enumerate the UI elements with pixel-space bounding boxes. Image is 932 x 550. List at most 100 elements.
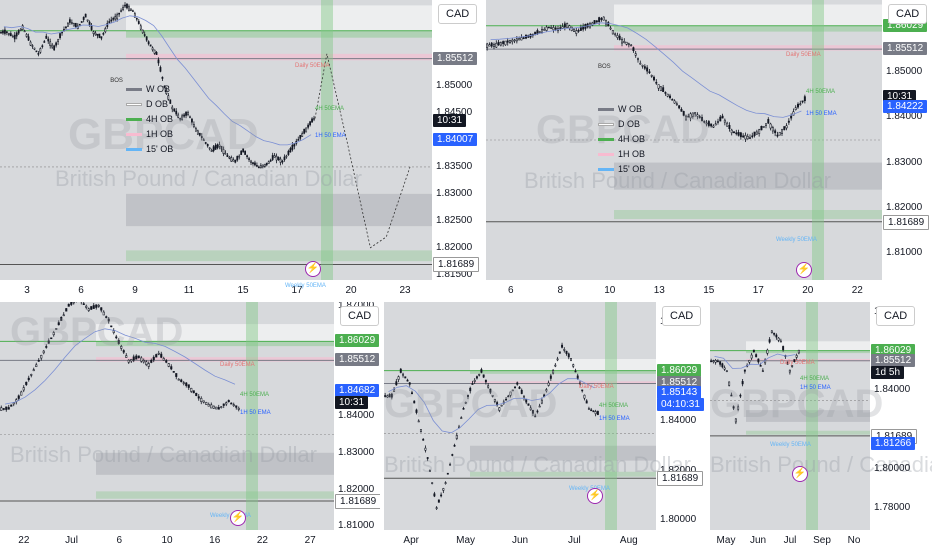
candle-body	[145, 36, 148, 41]
chart-panel-top-right[interactable]: GBPCAD British Pound / Canadian Dollar 1.8…	[486, 0, 932, 298]
candle-body	[723, 367, 726, 370]
candle-body	[171, 106, 174, 110]
candle-body	[167, 363, 170, 367]
annotation-label: Daily 50EMA	[579, 383, 614, 390]
x-tick-label: Jun	[749, 535, 767, 546]
candle-body	[175, 373, 178, 377]
candle-body	[721, 363, 724, 368]
candle-body	[60, 316, 63, 321]
currency-button[interactable]: CAD	[340, 306, 380, 326]
y-tick-label: 1.80000	[660, 514, 697, 526]
lightning-icon[interactable]: ⚡	[305, 261, 321, 277]
candle-body	[210, 404, 213, 409]
candle-body	[70, 22, 73, 25]
annotation-label: Daily 50EMA	[780, 359, 815, 366]
time-axis	[0, 280, 432, 298]
candle-body	[602, 16, 605, 21]
candle-body	[263, 163, 266, 167]
y-tick-label: 1.78000	[874, 502, 911, 514]
candle-body	[632, 47, 635, 51]
candle-body	[748, 360, 751, 363]
candle-body	[2, 30, 4, 34]
candle-body	[147, 41, 150, 45]
x-tick-label: Apr	[403, 535, 419, 546]
time-axis	[486, 280, 882, 298]
candle-body	[630, 44, 633, 47]
lightning-icon[interactable]: ⚡	[792, 466, 808, 482]
x-tick-label: Sep	[813, 535, 831, 546]
candle-body	[212, 405, 215, 409]
candle-body	[80, 21, 83, 23]
candle-body	[730, 129, 733, 134]
candle-body	[671, 98, 674, 101]
candle-body	[395, 381, 398, 386]
candle-body	[33, 47, 36, 50]
chart-panel-bottom-1[interactable]: GBPCAD British Pound / Canadian Dollar 1.8…	[0, 302, 380, 550]
chart-panel-bottom-2[interactable]: GBPCAD British Pound / Canadian Dollar 1.8…	[384, 302, 706, 550]
candle-body	[587, 408, 590, 410]
candle-body	[45, 35, 48, 39]
candle-body	[737, 406, 740, 410]
candle-body	[561, 26, 564, 29]
candle-body	[232, 159, 235, 162]
candle-body	[135, 17, 138, 20]
lightning-icon[interactable]: ⚡	[230, 510, 246, 526]
candle-body	[67, 22, 69, 27]
candle-body	[618, 35, 621, 40]
candle-body	[217, 407, 220, 410]
candle-body	[214, 144, 217, 150]
candle-body	[281, 160, 284, 163]
candle-body	[511, 389, 514, 392]
candle-body	[92, 305, 95, 309]
candle-body	[547, 382, 550, 386]
candle-body	[467, 394, 469, 397]
candle-body	[257, 166, 260, 169]
currency-button[interactable]: CAD	[662, 306, 702, 326]
candle-body	[244, 150, 247, 155]
candle-body	[712, 125, 715, 128]
x-tick-label: 8	[557, 285, 564, 296]
x-tick-label: 16	[209, 535, 221, 546]
price-scale	[656, 302, 706, 550]
lightning-icon[interactable]: ⚡	[587, 488, 603, 504]
candle-body	[20, 391, 23, 396]
lightning-icon[interactable]: ⚡	[796, 262, 812, 278]
candle-body	[78, 23, 81, 26]
candle-body	[132, 356, 135, 361]
candle-body	[250, 160, 252, 163]
legend-label: 1H OB	[618, 149, 646, 159]
currency-button[interactable]: CAD	[438, 4, 478, 24]
x-tick-label: No	[847, 535, 861, 546]
candle-body	[758, 129, 761, 134]
candle-body	[446, 472, 449, 475]
candle-body	[590, 409, 593, 412]
daily-ob-zone	[470, 359, 656, 371]
candle-body	[208, 147, 211, 150]
candle-body	[545, 26, 548, 31]
candle-body	[721, 115, 724, 119]
candle-body	[657, 84, 660, 89]
candle-body	[516, 382, 519, 385]
candle-body	[185, 112, 187, 116]
candle-body	[742, 135, 745, 138]
y-tick-label: 1.84000	[874, 384, 911, 396]
legend-label: W OB	[146, 84, 170, 94]
candle-body	[135, 355, 138, 360]
legend-item: D OB	[126, 99, 168, 109]
weekly-ema-label: Weekly 50EMA	[776, 237, 817, 244]
legend-swatch	[126, 87, 142, 91]
currency-button[interactable]: CAD	[876, 306, 916, 326]
candle-body	[142, 359, 145, 363]
y-tick-label: 1.82000	[436, 241, 473, 253]
candle-body	[460, 417, 463, 419]
candle-body	[623, 40, 626, 44]
chart-panel-bottom-3[interactable]: GBPCADBritish Pound / Canadian Dollar1.8…	[710, 302, 932, 550]
candle-body	[37, 53, 40, 55]
candle-body	[762, 126, 765, 128]
y-tick-label: 1.83500	[436, 160, 473, 172]
price-tag: 10:31	[433, 114, 467, 128]
currency-button[interactable]: CAD	[888, 4, 928, 24]
candle-body	[753, 131, 756, 136]
candle-body	[490, 42, 493, 47]
chart-panel-top-left[interactable]: GBPCAD British Pound / Canadian Dollar 1.8…	[0, 0, 482, 298]
